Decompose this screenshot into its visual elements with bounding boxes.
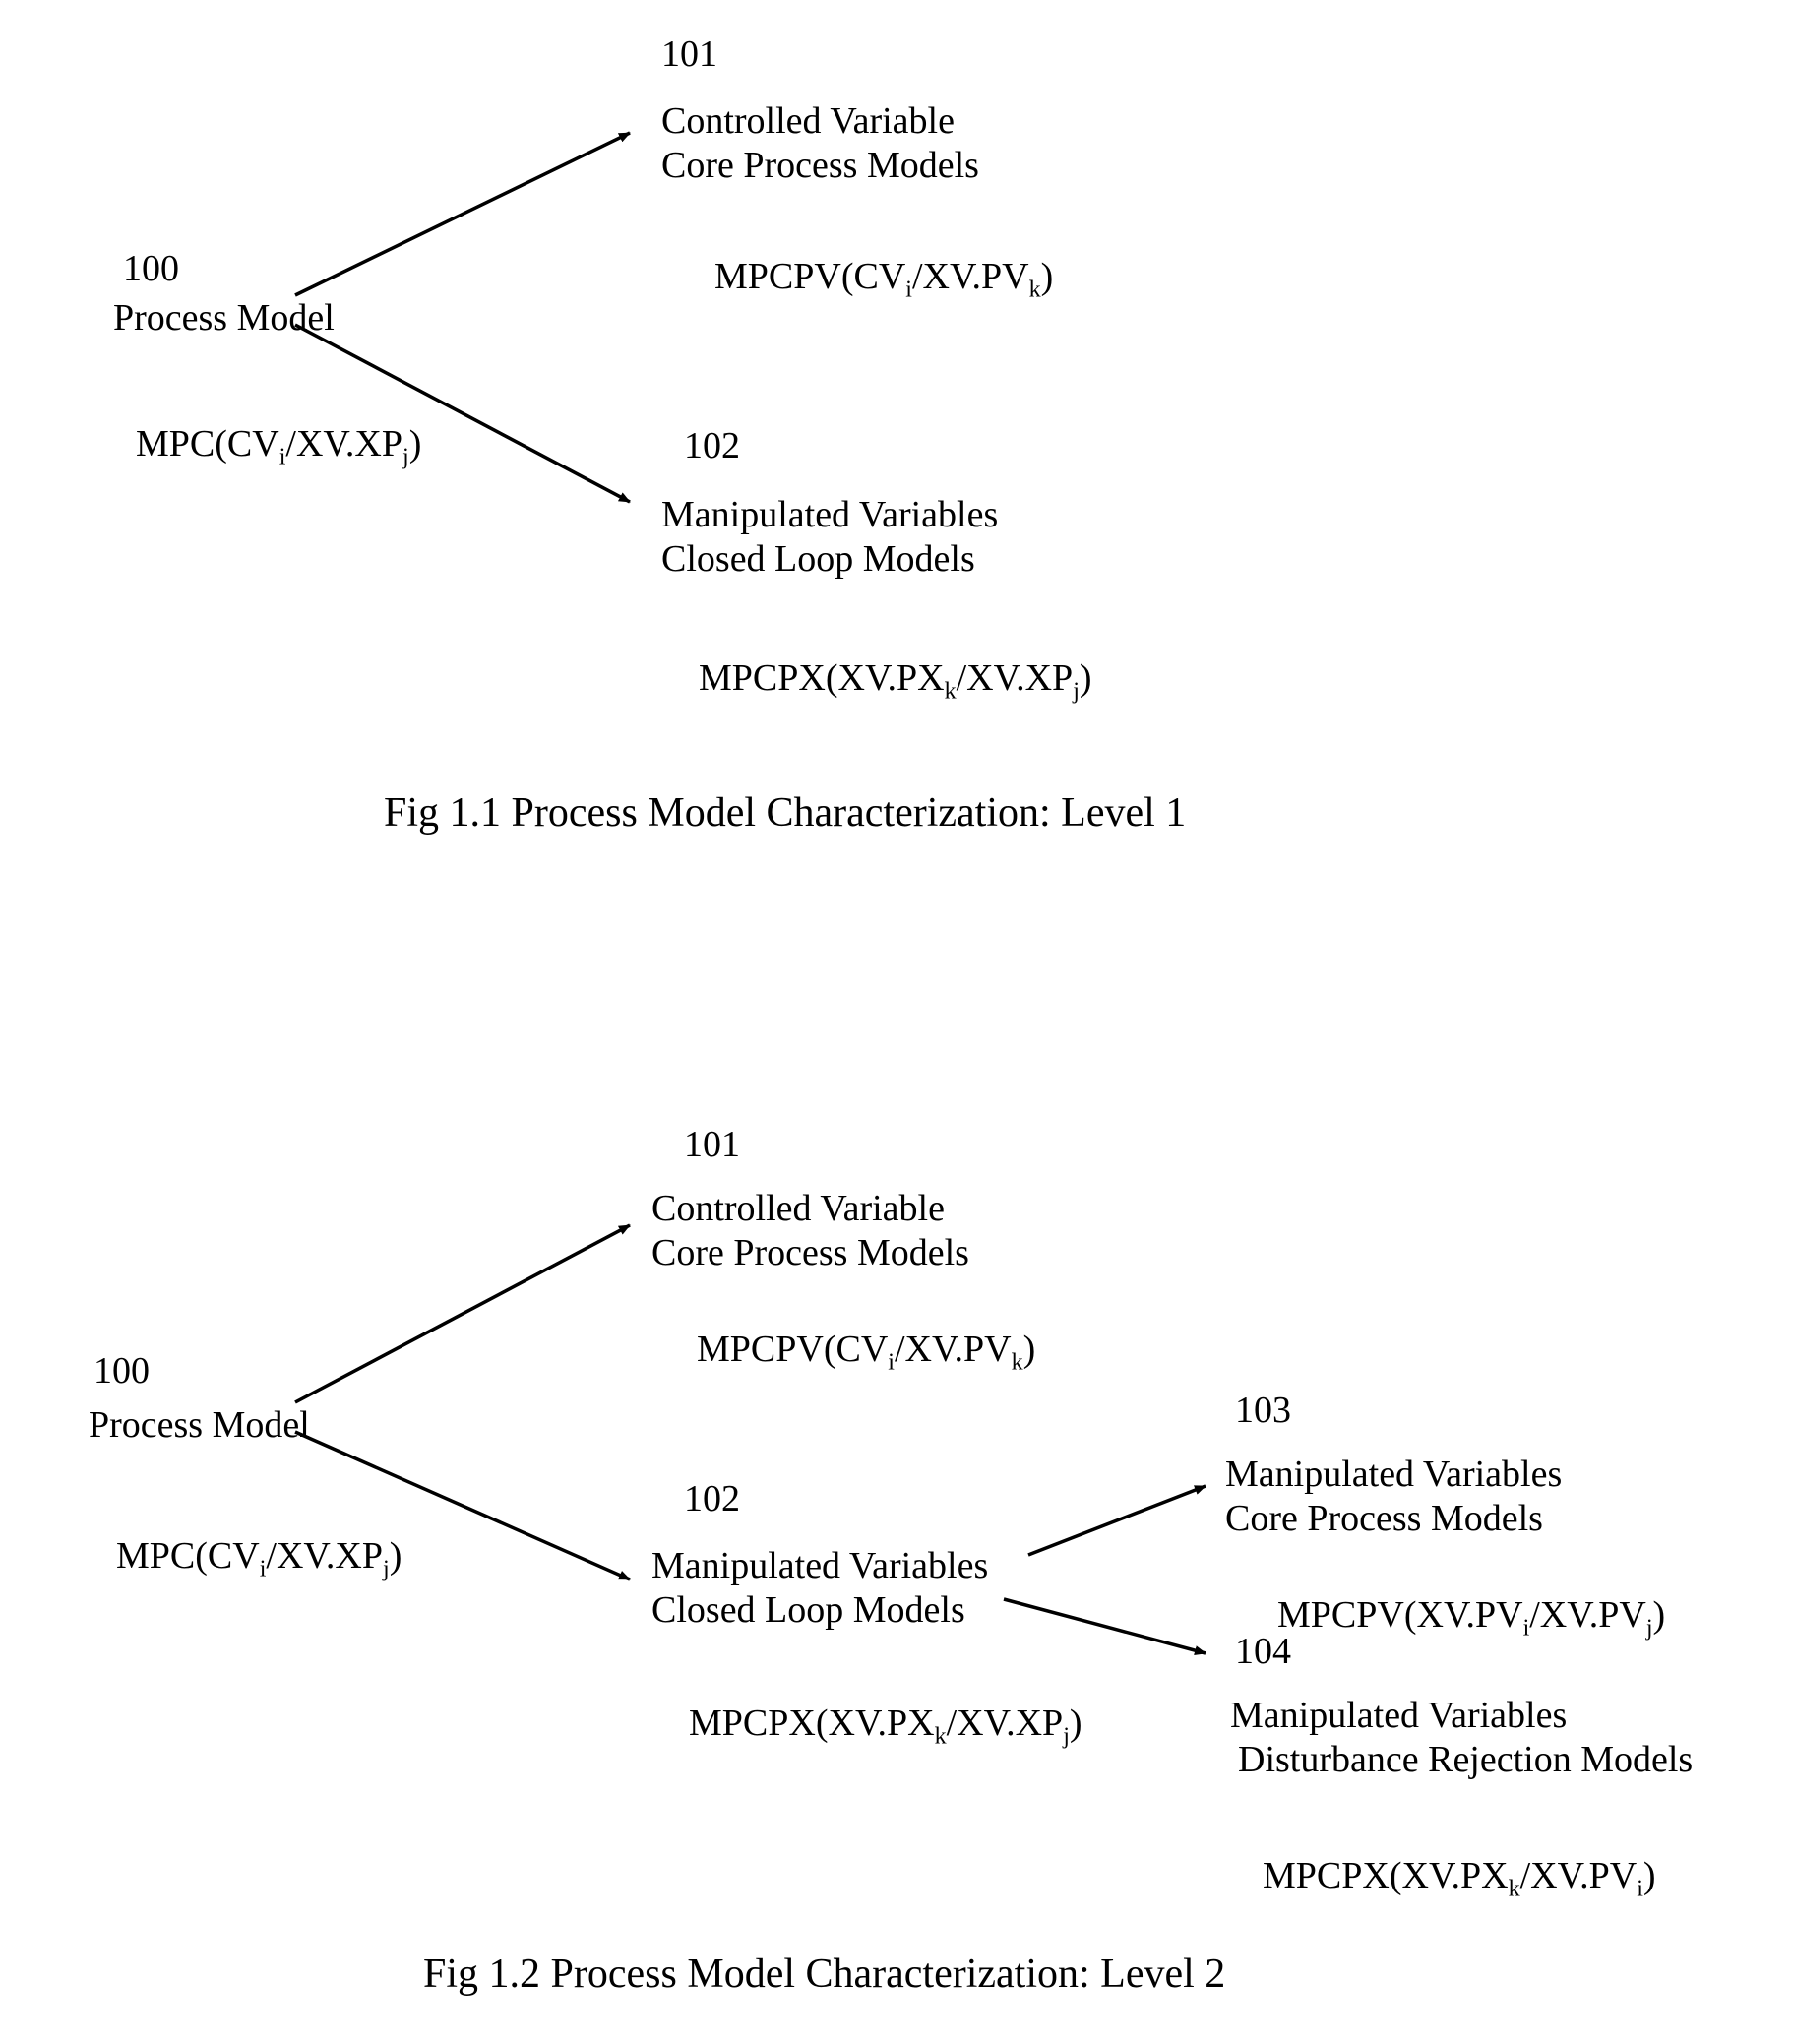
fig2-node-101-number: 101 <box>684 1122 740 1169</box>
fig2-node-100-title: Process Model <box>89 1402 310 1450</box>
fig2-node-102-number: 102 <box>684 1476 740 1523</box>
node-101-formula: MPCPV(CVi/XV.PVk) <box>677 207 1053 351</box>
fig2-node-102-line2: Closed Loop Models <box>651 1587 965 1635</box>
fig2-node-102-line1: Manipulated Variables <box>651 1543 988 1590</box>
diagram-canvas: 100 Process Model MPC(CVi/XV.XPj) 101 Co… <box>0 0 1793 2044</box>
fig2-node-103-line2: Core Process Models <box>1225 1496 1543 1543</box>
fig2-node-101-line1: Controlled Variable <box>651 1186 945 1233</box>
fig2-node-100-number: 100 <box>93 1348 150 1395</box>
fig2-node-101-line2: Core Process Models <box>651 1230 969 1277</box>
fig2-node-100-formula: MPC(CVi/XV.XPj) <box>79 1486 402 1631</box>
fig2-node-103-line1: Manipulated Variables <box>1225 1452 1562 1499</box>
fig2-node-104-line2: Disturbance Rejection Models <box>1238 1737 1693 1784</box>
node-100-title: Process Model <box>113 295 335 342</box>
node-101-line2: Core Process Models <box>661 143 979 190</box>
node-102-line2: Closed Loop Models <box>661 536 975 584</box>
fig2-node-103-formula: MPCPV(XV.PVi/XV.PVj) <box>1240 1545 1665 1690</box>
fig1-caption: Fig 1.1 Process Model Characterization: … <box>384 787 1186 839</box>
fig2-node-104-formula: MPCPX(XV.PXk/XV.PVi) <box>1225 1806 1656 1951</box>
node-102-number: 102 <box>684 423 740 470</box>
fig2-node-104-line1: Manipulated Variables <box>1230 1693 1567 1740</box>
node-101-line1: Controlled Variable <box>661 98 955 146</box>
node-100-formula: MPC(CVi/XV.XPj) <box>98 374 421 519</box>
fig2-node-101-formula: MPCPV(CVi/XV.PVk) <box>659 1279 1035 1424</box>
node-101-number: 101 <box>661 31 717 79</box>
fig2-caption: Fig 1.2 Process Model Characterization: … <box>423 1949 1225 2001</box>
fig2-node-103-number: 103 <box>1235 1388 1291 1435</box>
fig2-node-102-formula: MPCPX(XV.PXk/XV.XPj) <box>651 1653 1082 1798</box>
node-100-number: 100 <box>123 246 179 293</box>
node-102-formula: MPCPX(XV.PXk/XV.XPj) <box>661 608 1092 753</box>
fig2-node-104-number: 104 <box>1235 1629 1291 1676</box>
node-102-line1: Manipulated Variables <box>661 492 998 539</box>
